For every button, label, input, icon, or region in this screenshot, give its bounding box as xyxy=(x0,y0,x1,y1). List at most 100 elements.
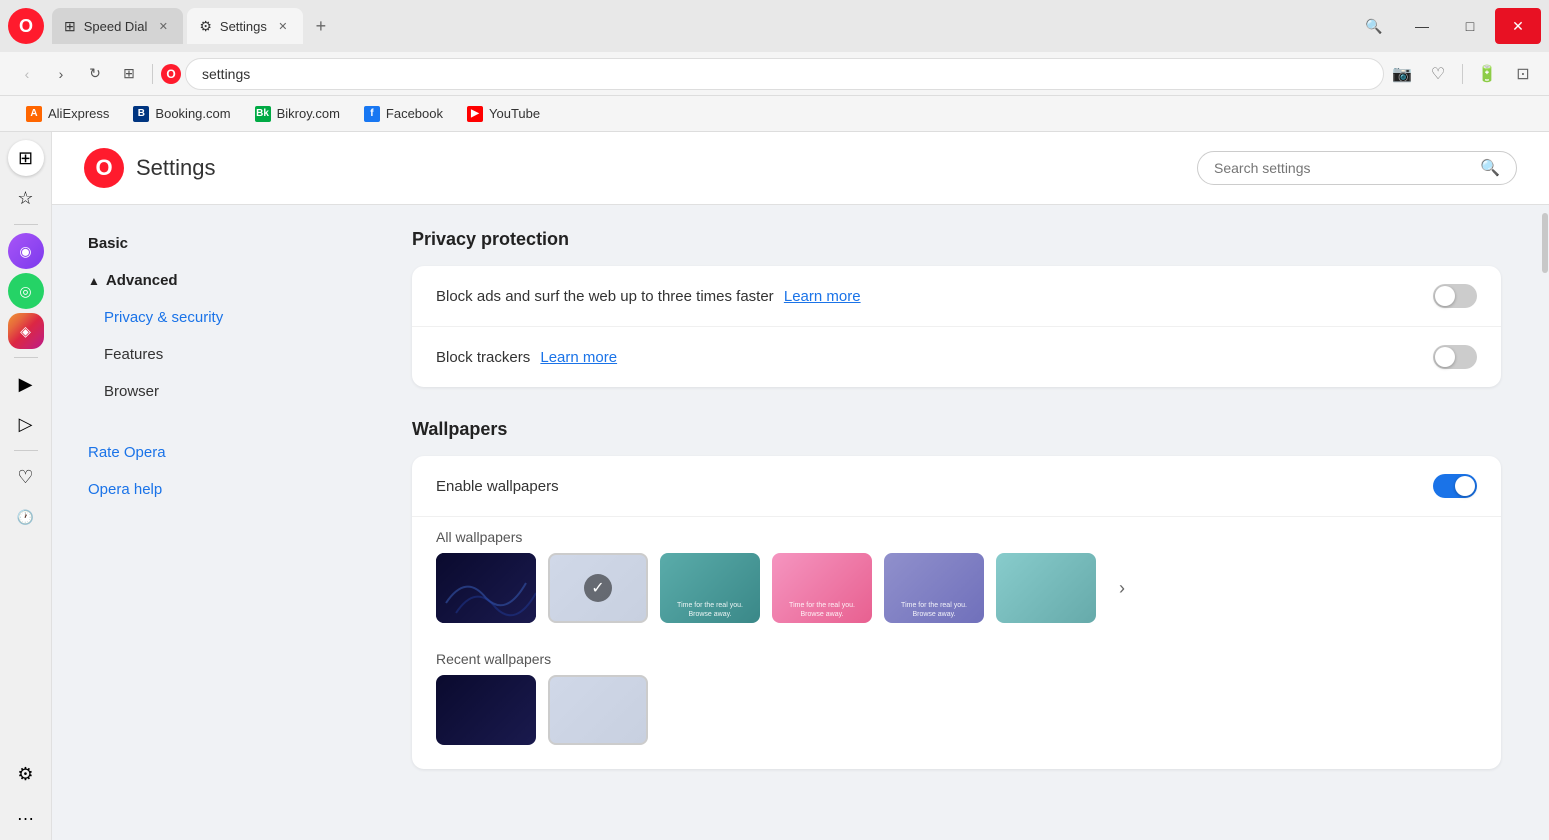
wallpaper-3[interactable]: Time for the real you.Browse away. xyxy=(660,553,760,623)
block-ads-toggle-knob xyxy=(1435,286,1455,306)
aliexpress-label: AliExpress xyxy=(48,106,109,121)
enable-wallpapers-row: Enable wallpapers xyxy=(412,456,1501,517)
enable-wallpapers-toggle[interactable] xyxy=(1433,474,1477,498)
settings-header: O Settings 🔍 xyxy=(52,132,1549,205)
enable-wallpapers-toggle-knob xyxy=(1455,476,1475,496)
favorites-icon[interactable]: ♡ xyxy=(1424,60,1452,88)
aliexpress-favicon: A xyxy=(26,106,42,122)
window-controls: 🔍 — □ ✕ xyxy=(1351,8,1541,44)
sidebar-divider-3 xyxy=(14,450,38,451)
block-trackers-toggle[interactable] xyxy=(1433,345,1477,369)
block-ads-row: Block ads and surf the web up to three t… xyxy=(412,266,1501,327)
search-settings-bar[interactable]: 🔍 xyxy=(1197,151,1517,185)
block-trackers-row: Block trackers Learn more xyxy=(412,327,1501,387)
settings-content: Privacy protection Block ads and surf th… xyxy=(372,205,1541,840)
bookmark-bikroy[interactable]: Bk Bikroy.com xyxy=(245,102,350,126)
wallpaper-6[interactable] xyxy=(996,553,1096,623)
wallpaper-1[interactable] xyxy=(436,553,536,623)
facebook-favicon: f xyxy=(364,106,380,122)
bikroy-label: Bikroy.com xyxy=(277,106,340,121)
nav-advanced[interactable]: ▲Advanced xyxy=(68,262,356,299)
sidebar-icon-player[interactable]: ▶ xyxy=(8,366,44,402)
wallpapers-section: Wallpapers Enable wallpapers All wallpap… xyxy=(412,419,1501,769)
bookmark-booking[interactable]: B Booking.com xyxy=(123,102,240,126)
tab-speed-dial-close[interactable]: ✕ xyxy=(155,18,171,34)
bookmark-youtube[interactable]: ▶ YouTube xyxy=(457,102,550,126)
tab-speed-dial-label: Speed Dial xyxy=(84,19,148,34)
privacy-section-title: Privacy protection xyxy=(412,229,1501,250)
facebook-label: Facebook xyxy=(386,106,443,121)
address-text: settings xyxy=(202,66,250,82)
scrollbar-thumb[interactable] xyxy=(1542,213,1548,273)
tab-settings-close[interactable]: ✕ xyxy=(275,18,291,34)
titlebar-search-button[interactable]: 🔍 xyxy=(1351,8,1397,44)
title-bar: O ⊞ Speed Dial ✕ ⚙ Settings ✕ + 🔍 — □ ✕ xyxy=(0,0,1549,52)
nav-features[interactable]: Features xyxy=(68,336,356,373)
minimize-button[interactable]: — xyxy=(1399,8,1445,44)
recent-wallpapers-label: Recent wallpapers xyxy=(412,639,1501,675)
settings-container: O Settings 🔍 Basic ▲Advanced Privacy & s… xyxy=(52,132,1549,840)
recent-wallpapers-grid xyxy=(412,675,1501,769)
nav-browser[interactable]: Browser xyxy=(68,373,356,410)
youtube-label: YouTube xyxy=(489,106,540,121)
grid-view-button[interactable]: ⊞ xyxy=(114,59,144,89)
block-trackers-text: Block trackers Learn more xyxy=(436,349,1433,366)
bookmark-aliexpress[interactable]: A AliExpress xyxy=(16,102,119,126)
nav-rate-opera[interactable]: Rate Opera xyxy=(68,434,356,471)
block-ads-learn-more[interactable]: Learn more xyxy=(784,288,861,305)
settings-page-title: Settings xyxy=(136,155,216,181)
close-button[interactable]: ✕ xyxy=(1495,8,1541,44)
battery-icon[interactable]: 🔋 xyxy=(1473,60,1501,88)
sidebar-icon-more[interactable]: … xyxy=(8,796,44,832)
sidebar-icon-messenger[interactable]: ◉ xyxy=(8,233,44,269)
scrollbar-track xyxy=(1541,205,1549,840)
add-tab-button[interactable]: + xyxy=(307,12,335,40)
block-ads-toggle[interactable] xyxy=(1433,284,1477,308)
search-settings-icon: 🔍 xyxy=(1480,158,1500,178)
reload-button[interactable]: ↻ xyxy=(80,59,110,89)
tab-settings[interactable]: ⚙ Settings ✕ xyxy=(187,8,303,44)
nav-basic[interactable]: Basic xyxy=(68,225,356,262)
opera-sidebar: ⊞ ☆ ◉ ◎ ◈ ▶ ▷ ♡ 🕐 ⚙ … xyxy=(0,132,52,840)
main-layout: ⊞ ☆ ◉ ◎ ◈ ▶ ▷ ♡ 🕐 ⚙ … O Settings xyxy=(0,132,1549,840)
settings-title-area: O Settings xyxy=(84,148,216,188)
nav-bar: ‹ › ↻ ⊞ O settings 📷 ♡ 🔋 ⊡ xyxy=(0,52,1549,96)
bikroy-favicon: Bk xyxy=(255,106,271,122)
opera-logo-titlebar: O xyxy=(8,8,44,44)
sidebar-icon-star[interactable]: ☆ xyxy=(8,180,44,216)
wallpaper-2[interactable]: ✓ xyxy=(548,553,648,623)
back-button[interactable]: ‹ xyxy=(12,59,42,89)
nav-right-icons: 📷 ♡ 🔋 ⊡ xyxy=(1388,60,1537,88)
sidebar-icon-instagram[interactable]: ◈ xyxy=(8,313,44,349)
tab-speed-dial[interactable]: ⊞ Speed Dial ✕ xyxy=(52,8,183,44)
address-bar[interactable]: settings xyxy=(185,58,1384,90)
wallpaper-5[interactable]: Time for the real you.Browse away. xyxy=(884,553,984,623)
search-settings-input[interactable] xyxy=(1214,160,1472,176)
sidebar-icon-whatsapp[interactable]: ◎ xyxy=(8,273,44,309)
bookmark-facebook[interactable]: f Facebook xyxy=(354,102,453,126)
wallpaper-4[interactable]: Time for the real you.Browse away. xyxy=(772,553,872,623)
sidebar-icon-heart[interactable]: ♡ xyxy=(8,459,44,495)
wallpapers-next-button[interactable]: › xyxy=(1108,574,1136,602)
booking-label: Booking.com xyxy=(155,106,230,121)
sidebar-icon-settings[interactable]: ⚙ xyxy=(8,756,44,792)
sidebar-icon-forward2[interactable]: ▷ xyxy=(8,406,44,442)
wallpapers-section-title: Wallpapers xyxy=(412,419,1501,440)
nav-opera-help[interactable]: Opera help xyxy=(68,471,356,508)
recent-wallpaper-2[interactable] xyxy=(548,675,648,745)
booking-favicon: B xyxy=(133,106,149,122)
camera-icon[interactable]: 📷 xyxy=(1388,60,1416,88)
block-ads-text: Block ads and surf the web up to three t… xyxy=(436,288,1433,305)
privacy-protection-section: Privacy protection Block ads and surf th… xyxy=(412,229,1501,387)
youtube-favicon: ▶ xyxy=(467,106,483,122)
maximize-button[interactable]: □ xyxy=(1447,8,1493,44)
settings-body: Basic ▲Advanced Privacy & security Featu… xyxy=(52,205,1549,840)
block-trackers-learn-more[interactable]: Learn more xyxy=(540,349,617,366)
wallpapers-grid: ✓ Time for the real you.Browse away. xyxy=(412,553,1501,639)
sidebar-icon-home[interactable]: ⊞ xyxy=(8,140,44,176)
forward-button[interactable]: › xyxy=(46,59,76,89)
recent-wallpaper-1[interactable] xyxy=(436,675,536,745)
nav-privacy[interactable]: Privacy & security xyxy=(68,299,356,336)
sidebar-icon-history[interactable]: 🕐 xyxy=(8,499,44,535)
settings-nav-icon[interactable]: ⊡ xyxy=(1509,60,1537,88)
